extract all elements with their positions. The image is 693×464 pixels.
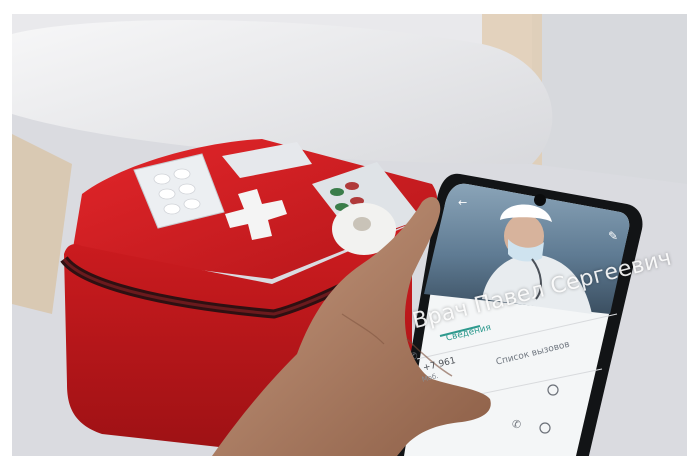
photo-scene: ✎ ← ✆ ✆ — [12, 14, 687, 456]
photo: ✎ ← ✆ ✆ Врач Павел Сергеевич Сведения Сп… — [12, 14, 687, 456]
call-icon[interactable]: ✆ — [512, 418, 521, 431]
back-arrow-icon[interactable]: ← — [458, 196, 467, 209]
front-camera-icon — [534, 194, 546, 206]
more-icon[interactable]: ✎ — [608, 229, 618, 243]
